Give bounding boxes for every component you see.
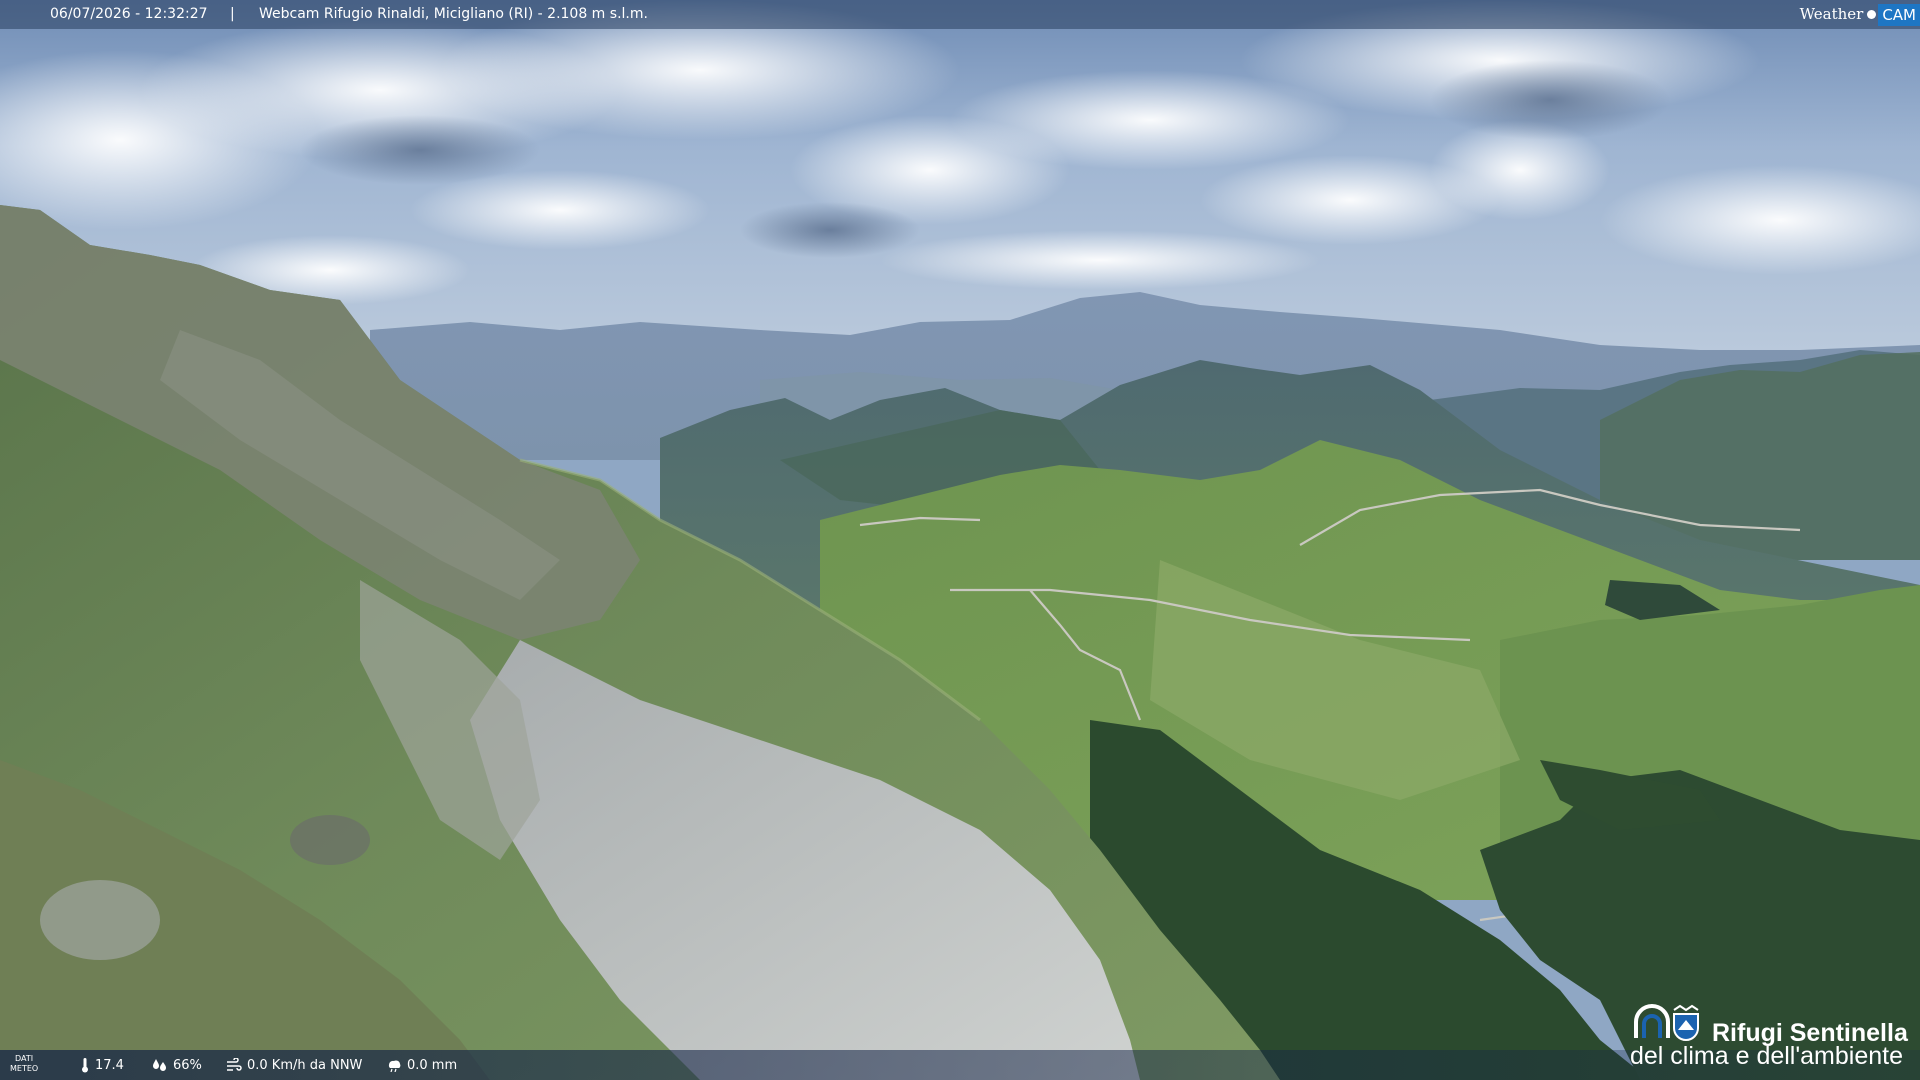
thermometer-icon [82, 1058, 88, 1073]
header-separator: | [230, 6, 235, 22]
weathercam-logo-left: Weather [1799, 5, 1864, 23]
temperature-readout: 17.4 [80, 1050, 124, 1080]
weather-data-label: DATI METEO [10, 1054, 38, 1074]
wind-icon [227, 1058, 242, 1071]
wind-readout: 0.0 Km/h da NNW [226, 1050, 362, 1080]
webcam-header-bar: 06/07/2026 - 12:32:27 | Webcam Rifugio R… [0, 0, 1920, 29]
rain-value: 0.0 mm [407, 1057, 458, 1073]
weather-label-line1: DATI [15, 1054, 34, 1063]
logo-line2: del clima e dell'ambiente [1630, 1042, 1903, 1070]
humidity-readout: 66% [152, 1050, 202, 1080]
weathercam-logo-dot-icon [1867, 10, 1877, 19]
rifugi-sentinella-emblem-icon [1634, 1004, 1699, 1042]
timestamp: 06/07/2026 - 12:32:27 [50, 6, 208, 22]
wind-value: 0.0 Km/h da NNW [247, 1057, 363, 1073]
webcam-image [0, 0, 1920, 1080]
weathercam-logo-right: CAM [1878, 3, 1920, 26]
rifugi-sentinella-logo: Rifugi Sentinella del clima e dell'ambie… [1626, 996, 1916, 1072]
rain-icon [388, 1060, 401, 1072]
rain-readout: 0.0 mm [386, 1050, 457, 1080]
weather-label-line2: METEO [10, 1064, 39, 1073]
humidity-value: 66% [173, 1057, 202, 1073]
temperature-value: 17.4 [95, 1057, 124, 1073]
weathercam-logo: Weather CAM [1796, 0, 1920, 29]
webcam-title: Webcam Rifugio Rinaldi, Micigliano (RI) … [259, 6, 648, 22]
humidity-icon [153, 1059, 166, 1071]
